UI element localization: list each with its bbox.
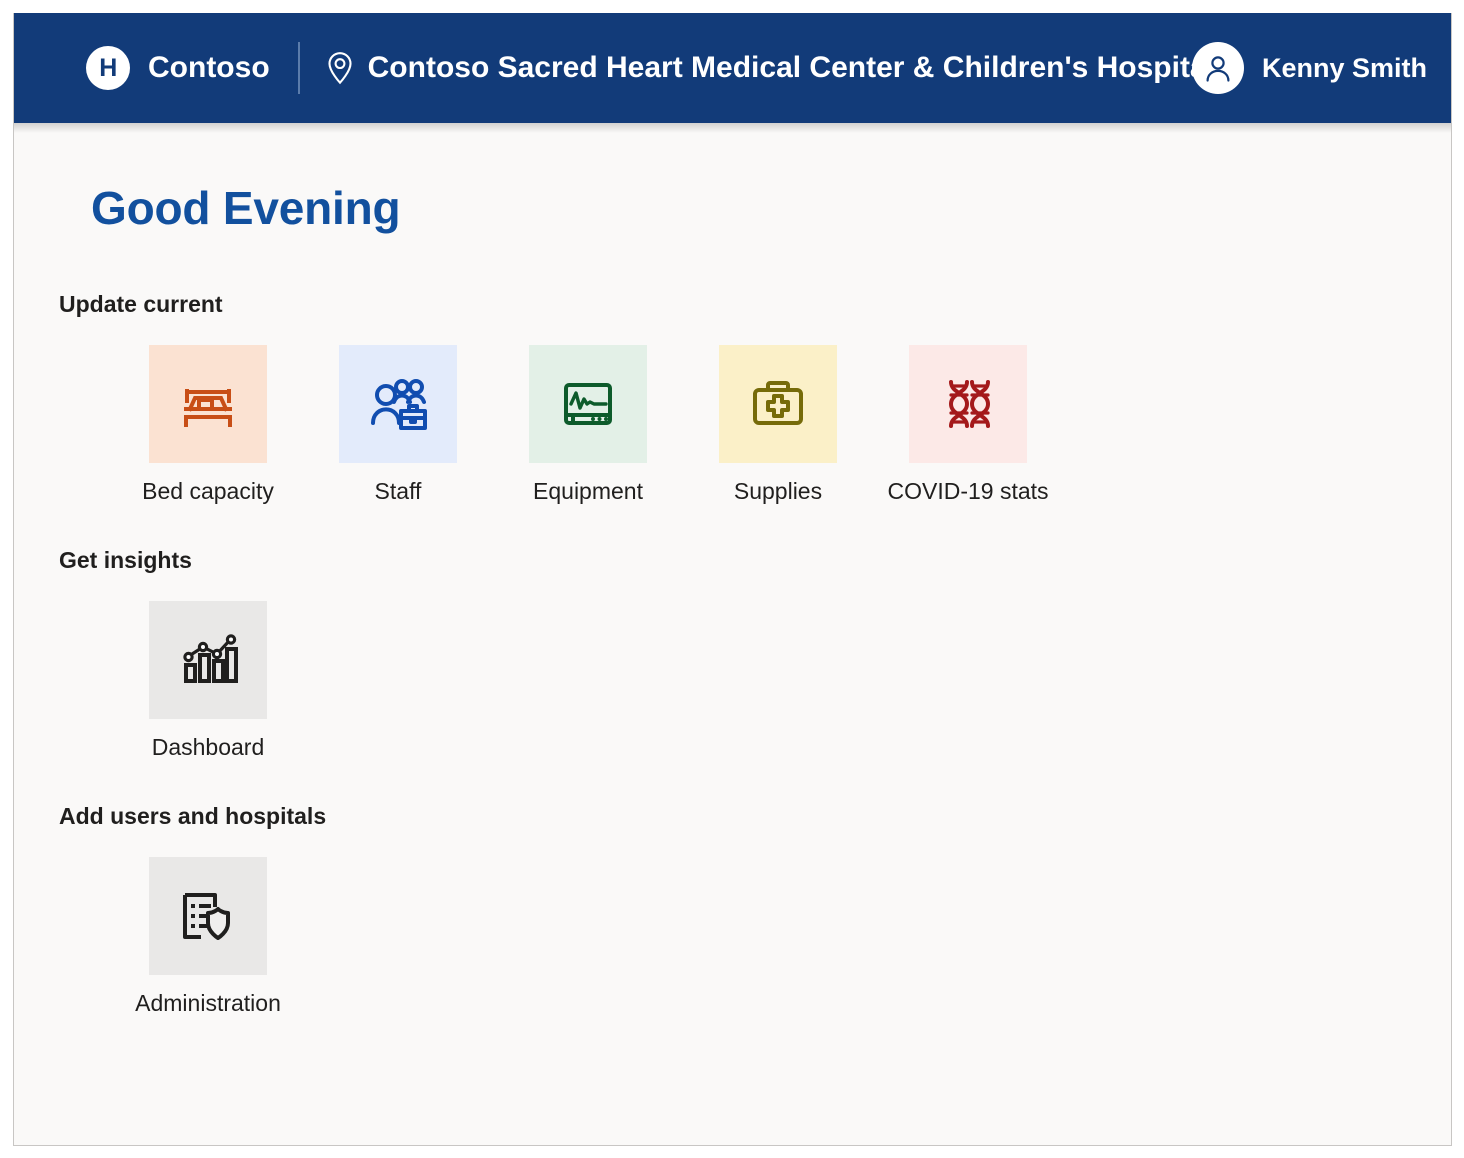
dna-helix-icon: [948, 380, 991, 428]
tile-staff[interactable]: Staff: [339, 345, 457, 503]
tile-covid-19-stats[interactable]: COVID-19 stats: [887, 345, 1049, 503]
tile-supplies[interactable]: Supplies: [719, 345, 837, 503]
first-aid-kit-icon: [753, 381, 803, 425]
user-name: Kenny Smith: [1261, 52, 1427, 83]
avatar: [1191, 42, 1244, 94]
person-avatar-icon: [1206, 56, 1230, 82]
tile-icon-box: [339, 345, 457, 463]
tile-label: Bed capacity: [142, 478, 274, 504]
site-selector[interactable]: Contoso Sacred Heart Medical Center & Ch…: [326, 51, 1215, 85]
tile-bed-capacity[interactable]: Bed capacity: [142, 345, 274, 503]
app-window: H Contoso Contoso Sacred Heart Medical C…: [13, 13, 1452, 1146]
brand-name: Contoso: [148, 51, 270, 84]
header-shadow: [14, 123, 1451, 133]
section-title-get-insights: Get insights: [59, 547, 192, 573]
tile-icon-box: [529, 345, 647, 463]
brand-block[interactable]: H Contoso: [86, 46, 270, 90]
user-menu[interactable]: Kenny Smith: [1191, 42, 1427, 94]
tile-equipment[interactable]: Equipment: [529, 345, 647, 503]
tile-label: Dashboard: [151, 734, 265, 760]
app-header: H Contoso Contoso Sacred Heart Medical C…: [14, 13, 1451, 123]
section-title-add-users-and-hospitals: Add users and hospitals: [59, 803, 327, 829]
tile-label: COVID-19 stats: [887, 478, 1049, 504]
document-shield-icon: [183, 893, 230, 940]
logo-letter: H: [99, 53, 117, 82]
people-briefcase-icon: [371, 379, 427, 430]
heart-monitor-icon: [564, 383, 612, 425]
bed-icon: [184, 389, 232, 427]
main-content: Good Evening Update current Bed capacity…: [14, 181, 1451, 1015]
bar-chart-trend-icon: [183, 634, 238, 683]
section-title-update-current: Update current: [59, 291, 223, 317]
page-title: Good Evening: [91, 182, 401, 234]
tile-label: Equipment: [533, 478, 643, 504]
site-name: Contoso Sacred Heart Medical Center & Ch…: [367, 51, 1215, 84]
tile-icon-box: [909, 345, 1027, 463]
tile-icon-box: [719, 345, 837, 463]
tile-group-get-insights: Dashboard: [149, 601, 1451, 759]
tile-group-administration: Administration: [135, 857, 1451, 1015]
tile-icon-box: [149, 857, 267, 975]
header-divider: [297, 42, 300, 94]
tile-icon-box: [149, 345, 267, 463]
contoso-logo-icon: H: [86, 46, 130, 90]
tile-label: Administration: [135, 990, 281, 1016]
tile-label: Staff: [374, 478, 422, 504]
tile-administration[interactable]: Administration: [135, 857, 281, 1015]
tile-dashboard[interactable]: Dashboard: [149, 601, 267, 759]
tile-icon-box: [149, 601, 267, 719]
location-pin-icon: [328, 52, 352, 85]
tile-label: Supplies: [733, 478, 823, 504]
tile-group-update-current: Bed capacity Staff Equipment Supplies CO…: [142, 345, 1451, 503]
